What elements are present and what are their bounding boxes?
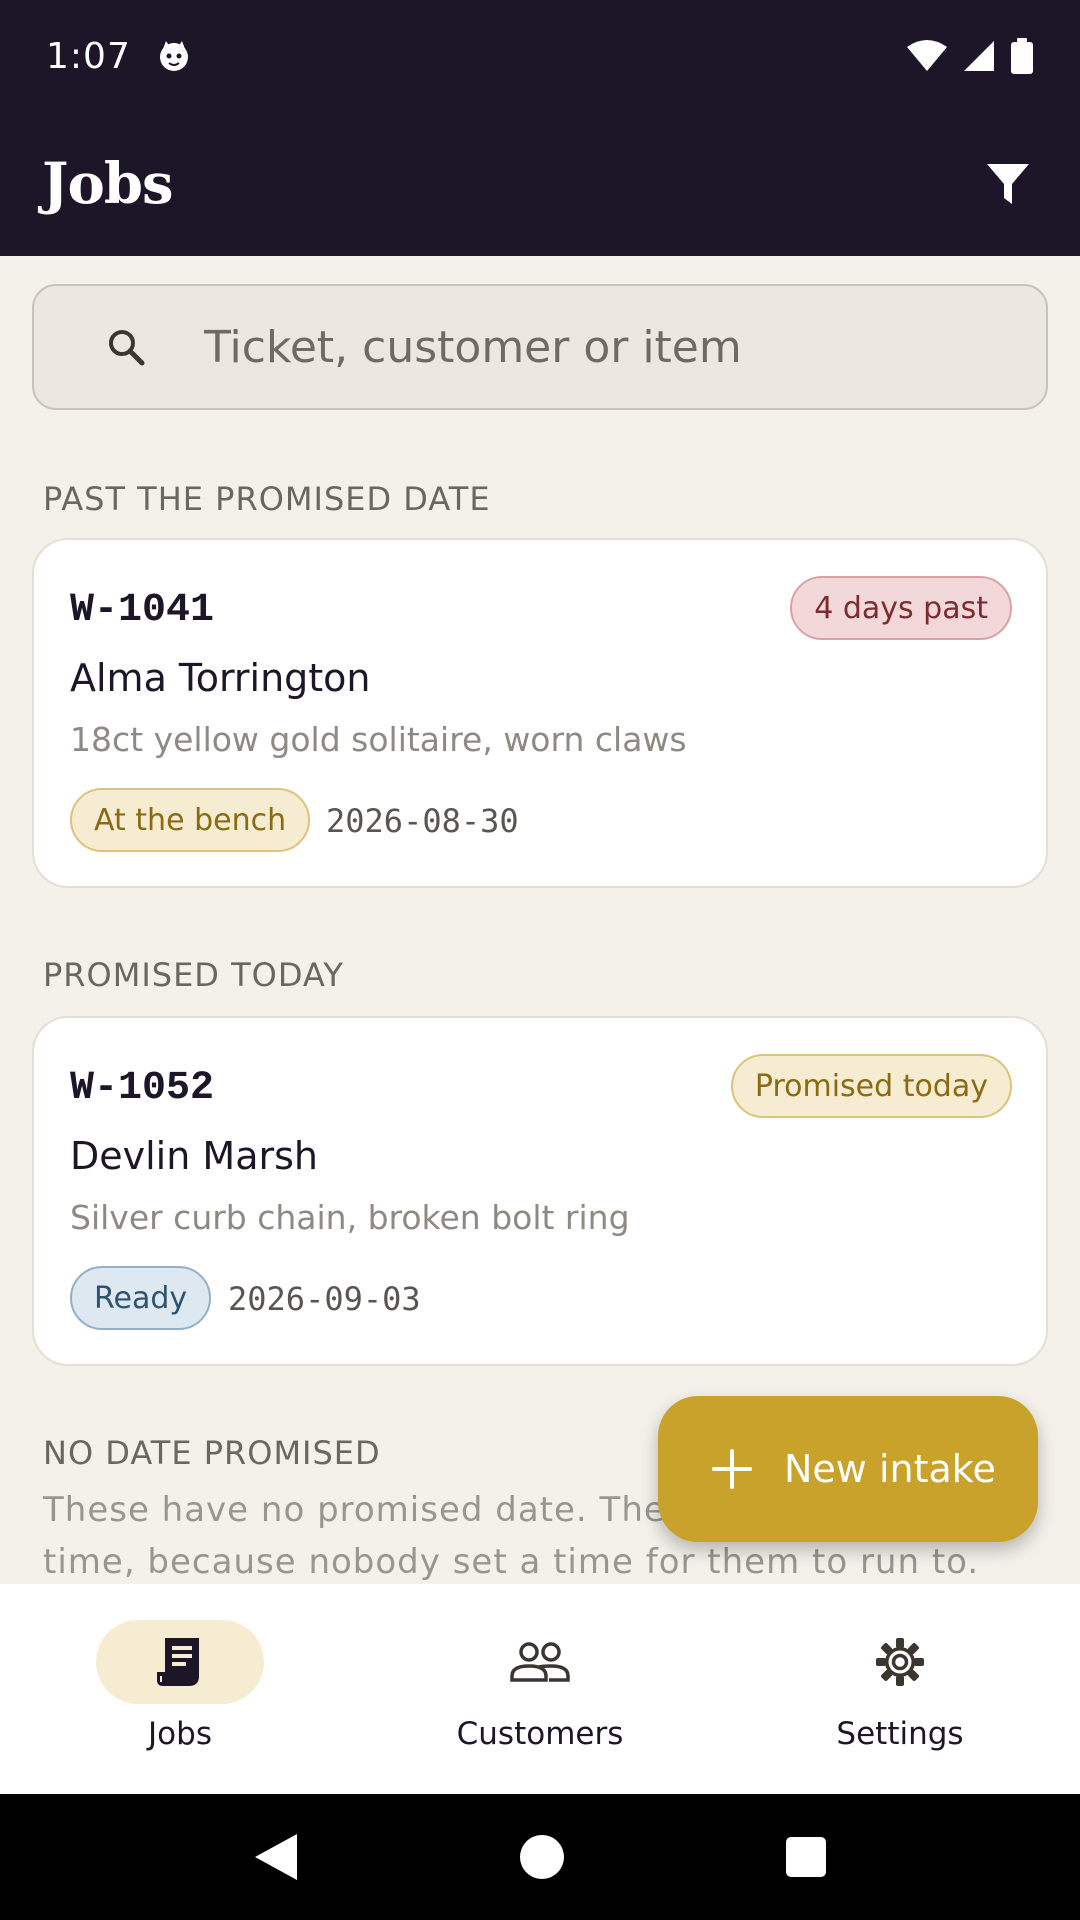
new-intake-label: New intake [784,1447,996,1491]
nav-active-indicator [96,1620,264,1704]
people-icon [510,1642,570,1682]
status-bar: 1:07 [0,0,1080,112]
new-intake-button[interactable]: New intake [658,1396,1038,1542]
nav-label-jobs: Jobs [148,1716,212,1752]
nav-label-customers: Customers [456,1716,624,1752]
app-bar: Jobs [0,112,1080,256]
filter-icon [987,164,1029,204]
item-description: 18ct yellow gold solitaire, worn claws [70,720,687,759]
promised-date: 2026-09-03 [228,1280,421,1318]
battery-icon [1011,38,1033,74]
due-badge: 4 days past [790,576,1012,640]
nav-item-jobs[interactable]: Jobs [0,1584,360,1794]
signal-icon [964,41,994,71]
home-icon[interactable] [519,1834,565,1880]
nav-icon-wrap [816,1620,984,1704]
customer-name: Devlin Marsh [70,1134,318,1178]
search-bar[interactable] [32,284,1048,410]
recents-icon[interactable] [785,1836,827,1878]
status-time: 1:07 [46,35,131,77]
section-label-no-date: NO DATE PROMISED [43,1434,381,1472]
back-icon[interactable] [253,1832,299,1882]
nav-label-settings: Settings [836,1716,964,1752]
filter-button[interactable] [978,154,1038,214]
section-label-past-promised: PAST THE PROMISED DATE [43,480,491,518]
wifi-icon [907,40,947,71]
job-list[interactable]: PAST THE PROMISED DATE W-1041 4 days pas… [0,256,1080,1584]
customer-name: Alma Torrington [70,656,371,700]
promised-date: 2026-08-30 [326,802,519,840]
nav-item-settings[interactable]: Settings [720,1584,1080,1794]
ticket-number: W-1052 [70,1066,215,1111]
receipt-icon [157,1638,199,1686]
search-icon [109,330,145,366]
ticket-number: W-1041 [70,588,215,633]
system-nav-bar [0,1794,1080,1920]
status-chip: At the bench [70,788,311,852]
nav-item-customers[interactable]: Customers [360,1584,720,1794]
job-card-w1041[interactable]: W-1041 4 days past Alma Torrington 18ct … [32,538,1048,888]
plus-icon [712,1449,752,1489]
section-label-promised-today: PROMISED TODAY [43,956,344,994]
status-chip: Ready [70,1266,212,1330]
nav-icon-wrap [456,1620,624,1704]
job-card-w1052[interactable]: W-1052 Promised today Devlin Marsh Silve… [32,1016,1048,1366]
due-badge: Promised today [730,1054,1012,1118]
gear-icon [876,1638,924,1686]
item-description: Silver curb chain, broken bolt ring [70,1198,630,1237]
cat-notification-icon [159,41,188,71]
page-title: Jobs [42,151,174,217]
bottom-nav: Jobs Customers Settings [0,1584,1080,1794]
search-input[interactable] [204,321,984,373]
